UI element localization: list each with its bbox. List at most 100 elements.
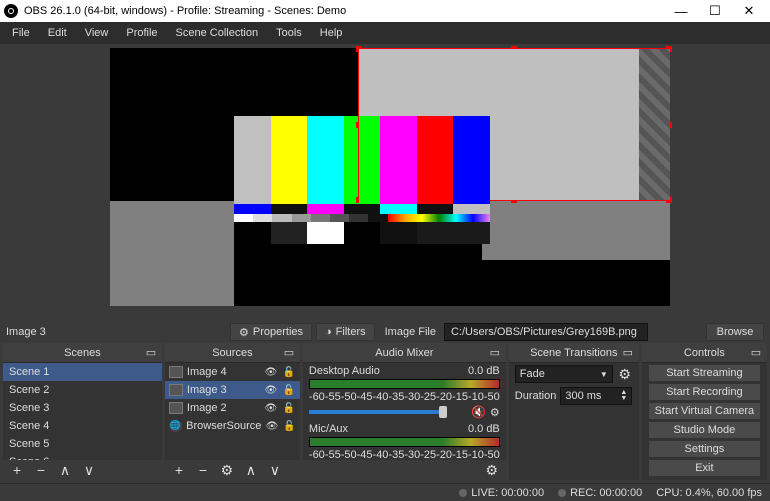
visibility-toggle[interactable]: 👁	[264, 385, 278, 396]
transition-select[interactable]: Fade ▼	[515, 365, 613, 383]
lock-toggle[interactable]: 🔓	[282, 403, 296, 414]
browser-icon: 🌐	[169, 420, 182, 432]
spinner-icon[interactable]: ▲▼	[620, 390, 627, 402]
audio-channel: Desktop Audio 0.0 dB -60-55-50-45-40-35-3…	[303, 363, 506, 421]
studio-mode-button[interactable]: Studio Mode	[648, 421, 761, 439]
visibility-toggle[interactable]: 👁	[265, 421, 278, 432]
remove-source-button[interactable]: −	[195, 462, 211, 478]
meter-ticks: -60-55-50-45-40-35-30-25-20-15-10-50	[309, 391, 500, 403]
source-name: Image 2	[187, 402, 260, 414]
browse-button[interactable]: Browse	[706, 323, 764, 341]
menu-profile[interactable]: Profile	[118, 24, 165, 42]
controls-panel: Controls ▭ Start StreamingStart Recordin…	[642, 343, 767, 480]
transition-settings-button[interactable]: ⚙	[617, 366, 633, 382]
undock-icon[interactable]: ▭	[621, 346, 635, 360]
scene-down-button[interactable]: ∨	[81, 462, 97, 478]
sources-title: Sources	[212, 347, 252, 359]
properties-button[interactable]: ⚙ Properties	[230, 323, 312, 341]
mixer-footer: ⚙	[303, 460, 506, 480]
file-path-input[interactable]: C:/Users/OBS/Pictures/Grey169B.png	[444, 323, 648, 341]
scenes-header[interactable]: Scenes ▭	[3, 343, 162, 363]
visibility-toggle[interactable]: 👁	[264, 367, 278, 378]
filters-label: Filters	[336, 326, 366, 338]
undock-icon[interactable]: ▭	[282, 346, 296, 360]
add-source-button[interactable]: +	[171, 462, 187, 478]
source-settings-button[interactable]: ⚙	[219, 462, 235, 478]
preview-canvas[interactable]	[110, 48, 670, 306]
scene-item[interactable]: Scene 6	[3, 453, 162, 460]
sources-header[interactable]: Sources ▭	[165, 343, 300, 363]
status-bar: LIVE: 00:00:00 REC: 00:00:00 CPU: 0.4%, …	[0, 483, 770, 501]
channel-name: Desktop Audio	[309, 365, 380, 377]
source-item[interactable]: Image 2 👁 🔓	[165, 399, 300, 417]
transitions-title: Scene Transitions	[530, 347, 617, 359]
source-up-button[interactable]: ∧	[243, 462, 259, 478]
scenes-title: Scenes	[64, 347, 101, 359]
menu-scene-collection[interactable]: Scene Collection	[168, 24, 267, 42]
start-recording-button[interactable]: Start Recording	[648, 383, 761, 401]
start-streaming-button[interactable]: Start Streaming	[648, 364, 761, 382]
mute-button[interactable]: 🔇	[471, 405, 486, 419]
source-name: Image 3	[187, 384, 260, 396]
preview-area[interactable]	[0, 44, 770, 321]
mixer-panel: Audio Mixer ▭ Desktop Audio 0.0 dB -60-55…	[303, 343, 506, 480]
channel-db: 0.0 dB	[468, 365, 500, 377]
source-name: Image 4	[187, 366, 260, 378]
window-title: OBS 26.1.0 (64-bit, windows) - Profile: …	[24, 5, 664, 17]
app-logo-icon	[4, 4, 18, 18]
close-button[interactable]: ✕	[732, 0, 766, 22]
exit-button[interactable]: Exit	[648, 459, 761, 477]
filters-button[interactable]: ◑ Filters	[316, 323, 375, 341]
meter-ticks: -60-55-50-45-40-35-30-25-20-15-10-50	[309, 449, 500, 460]
source-item[interactable]: Image 3 👁 🔓	[165, 381, 300, 399]
status-live: LIVE: 00:00:00	[459, 487, 544, 499]
scene-item[interactable]: Scene 2	[3, 381, 162, 399]
undock-icon[interactable]: ▭	[749, 346, 763, 360]
menu-file[interactable]: File	[4, 24, 38, 42]
mixer-settings-button[interactable]: ⚙	[484, 462, 500, 478]
source-name: BrowserSource	[186, 420, 261, 432]
rec-text: REC: 00:00:00	[570, 487, 642, 499]
source-item[interactable]: 🌐 BrowserSource 👁 🔓	[165, 417, 300, 435]
duration-value: 300 ms	[565, 390, 601, 402]
lock-toggle[interactable]: 🔓	[282, 385, 296, 396]
minimize-button[interactable]: —	[664, 0, 698, 22]
scene-item[interactable]: Scene 5	[3, 435, 162, 453]
properties-label: Properties	[253, 326, 303, 338]
undock-icon[interactable]: ▭	[488, 346, 502, 360]
remove-scene-button[interactable]: −	[33, 462, 49, 478]
scene-item[interactable]: Scene 3	[3, 399, 162, 417]
titlebar: OBS 26.1.0 (64-bit, windows) - Profile: …	[0, 0, 770, 22]
settings-button[interactable]: Settings	[648, 440, 761, 458]
visibility-toggle[interactable]: 👁	[264, 403, 278, 414]
lock-toggle[interactable]: 🔓	[282, 367, 296, 378]
mixer-header[interactable]: Audio Mixer ▭	[303, 343, 506, 363]
add-scene-button[interactable]: +	[9, 462, 25, 478]
transitions-header[interactable]: Scene Transitions ▭	[509, 343, 639, 363]
source-down-button[interactable]: ∨	[267, 462, 283, 478]
volume-slider[interactable]	[309, 410, 467, 414]
image-icon	[169, 402, 183, 414]
menu-view[interactable]: View	[77, 24, 117, 42]
source-toolbar: Image 3 ⚙ Properties ◑ Filters Image Fil…	[0, 321, 770, 343]
sources-list[interactable]: Image 4 👁 🔓 Image 3 👁 🔓 Image 2 👁 🔓 🌐 BrowserSourc…	[165, 363, 300, 460]
mixer-body: Desktop Audio 0.0 dB -60-55-50-45-40-35-3…	[303, 363, 506, 460]
scene-item[interactable]: Scene 1	[3, 363, 162, 381]
undock-icon[interactable]: ▭	[144, 346, 158, 360]
start-virtual-camera-button[interactable]: Start Virtual Camera	[648, 402, 761, 420]
scene-item[interactable]: Scene 4	[3, 417, 162, 435]
menu-tools[interactable]: Tools	[268, 24, 310, 42]
scenes-list[interactable]: Scene 1Scene 2Scene 3Scene 4Scene 5Scene…	[3, 363, 162, 460]
duration-input[interactable]: 300 ms ▲▼	[560, 387, 632, 405]
chevron-down-icon: ▼	[600, 370, 608, 379]
menu-edit[interactable]: Edit	[40, 24, 75, 42]
maximize-button[interactable]: ☐	[698, 0, 732, 22]
lock-toggle[interactable]: 🔓	[283, 421, 296, 432]
menu-help[interactable]: Help	[312, 24, 351, 42]
rec-dot-icon	[558, 489, 566, 497]
scene-up-button[interactable]: ∧	[57, 462, 73, 478]
channel-settings-button[interactable]: ⚙	[490, 406, 500, 419]
source-item[interactable]: Image 4 👁 🔓	[165, 363, 300, 381]
channel-name: Mic/Aux	[309, 423, 348, 435]
controls-header[interactable]: Controls ▭	[642, 343, 767, 363]
